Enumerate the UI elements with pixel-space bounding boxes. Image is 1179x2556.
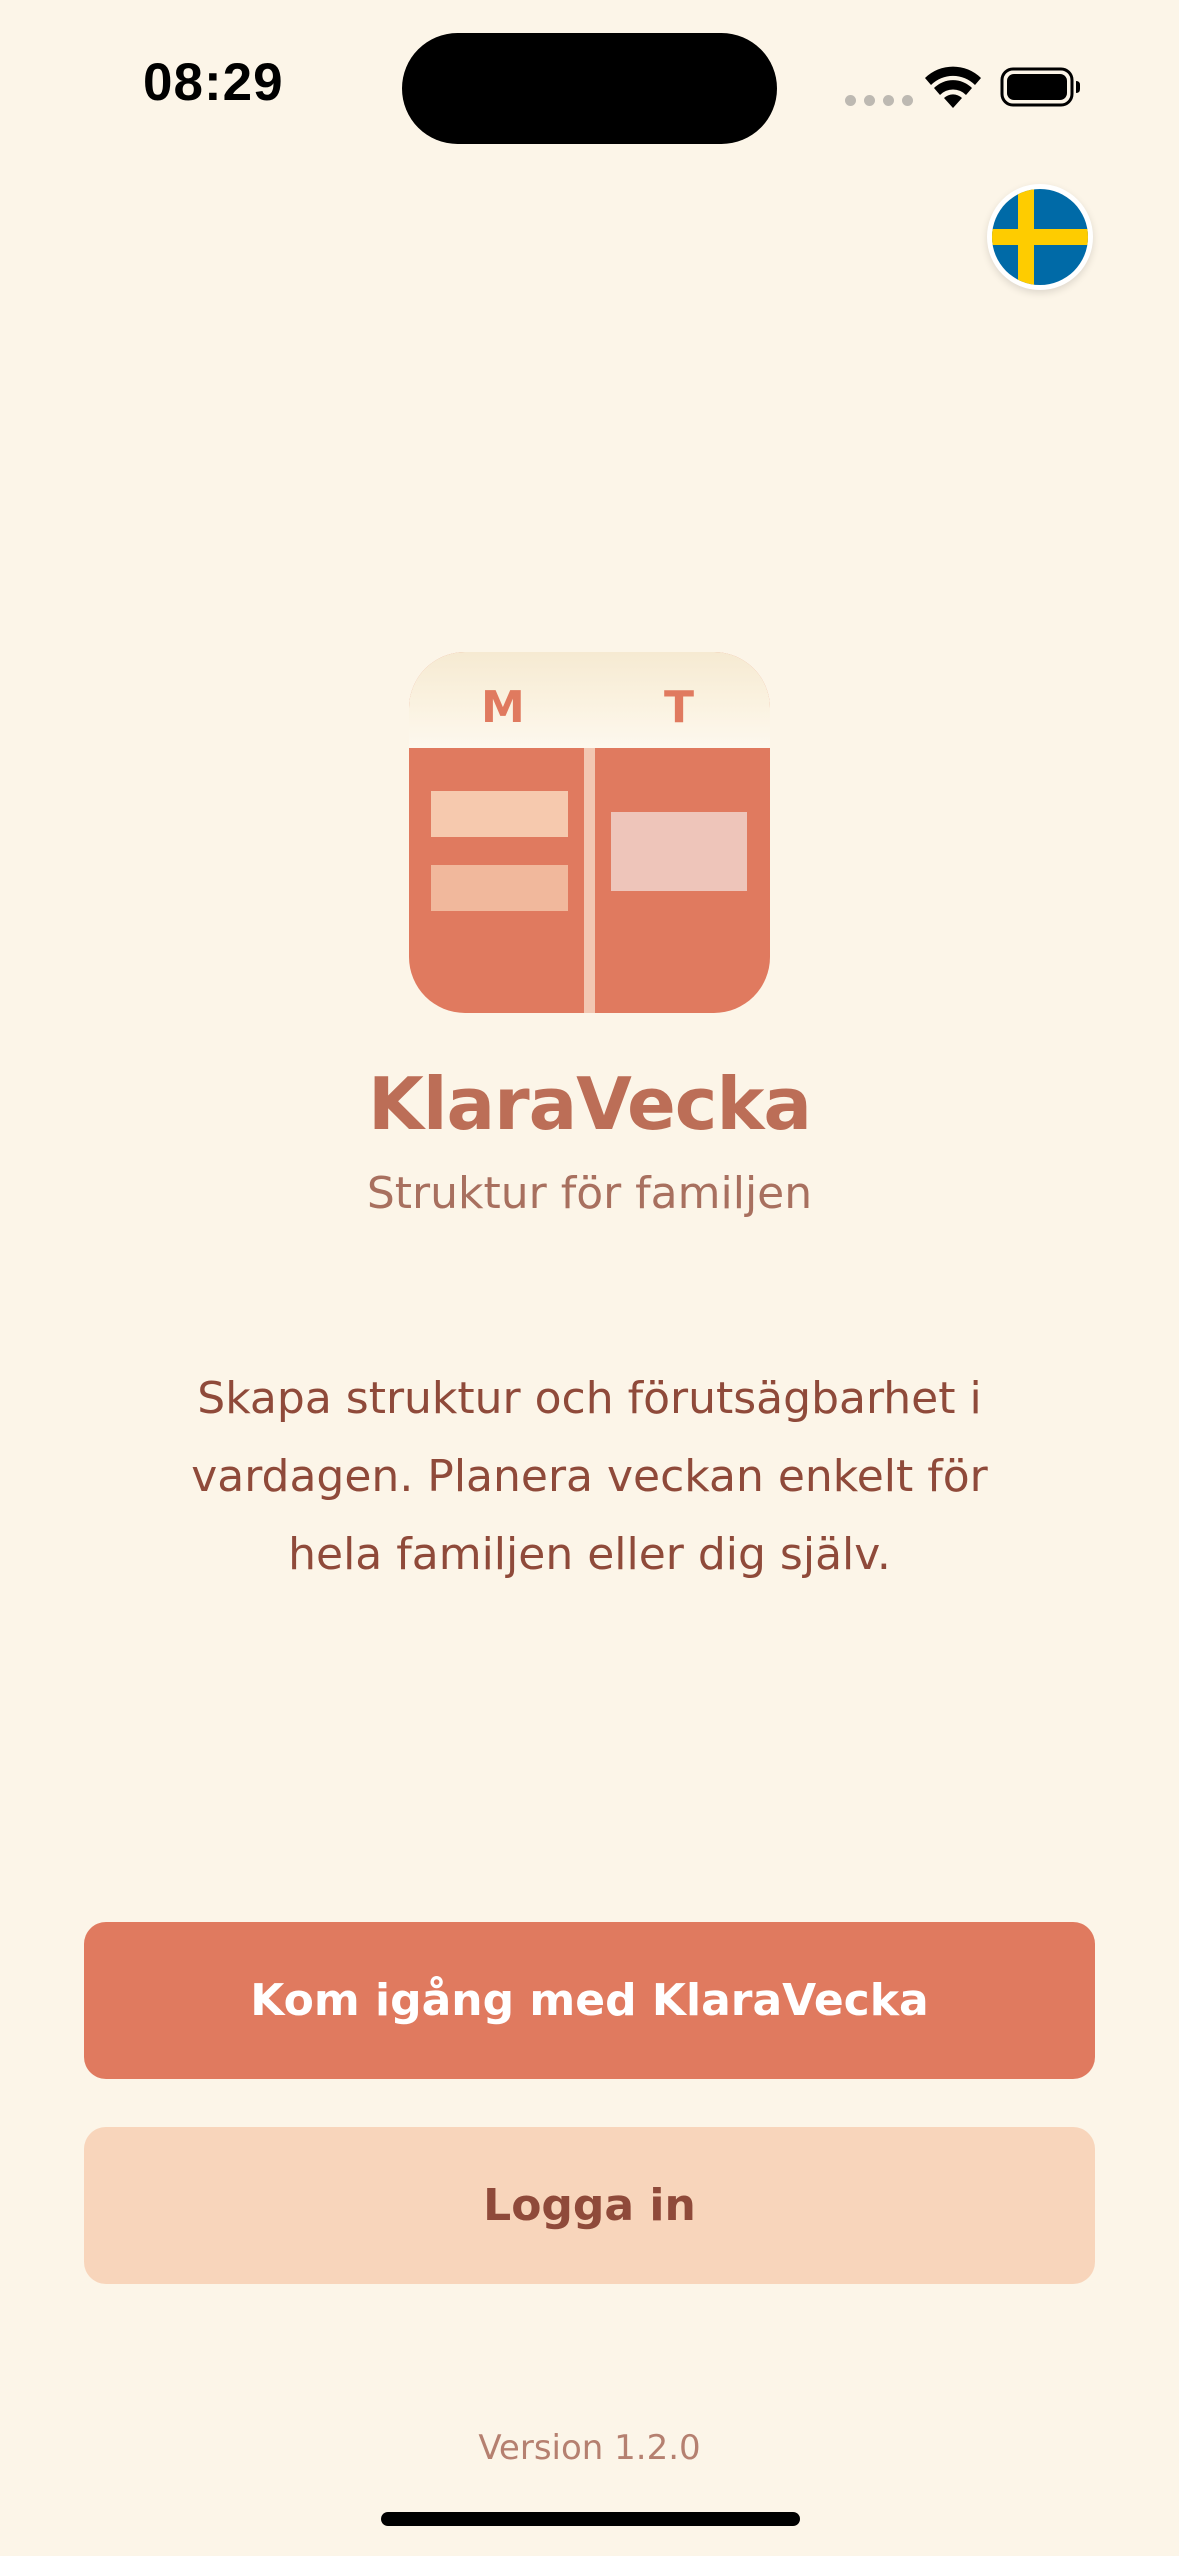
app-subtitle: Struktur för familjen bbox=[366, 1168, 813, 1219]
login-button[interactable]: Logga in bbox=[84, 2127, 1095, 2284]
battery-icon bbox=[1000, 67, 1080, 107]
get-started-button[interactable]: Kom igång med KlaraVecka bbox=[84, 1922, 1095, 2079]
sweden-flag-icon bbox=[992, 189, 1088, 285]
logo-day-letter-tuesday: T bbox=[664, 682, 695, 733]
logo-calendar-header bbox=[409, 652, 770, 748]
status-time: 08:29 bbox=[143, 53, 284, 112]
logo-event-block bbox=[431, 791, 568, 837]
logo-day-letter-monday: M bbox=[481, 682, 525, 733]
get-started-button-label: Kom igång med KlaraVecka bbox=[250, 1975, 929, 2026]
login-button-label: Logga in bbox=[483, 2180, 696, 2231]
app-logo: M T bbox=[409, 652, 770, 1013]
language-selector-button[interactable] bbox=[987, 184, 1093, 290]
home-indicator[interactable] bbox=[381, 2512, 800, 2526]
logo-event-block bbox=[611, 812, 747, 891]
dynamic-island bbox=[402, 33, 777, 144]
logo-event-block bbox=[431, 865, 568, 911]
version-label: Version 1.2.0 bbox=[478, 2428, 701, 2468]
cellular-signal-icon bbox=[845, 95, 913, 106]
app-title: KlaraVecka bbox=[368, 1062, 812, 1146]
wifi-icon bbox=[925, 66, 981, 108]
app-description: Skapa struktur och förutsägbarhet i vard… bbox=[191, 1373, 988, 1580]
logo-divider bbox=[584, 748, 595, 1013]
